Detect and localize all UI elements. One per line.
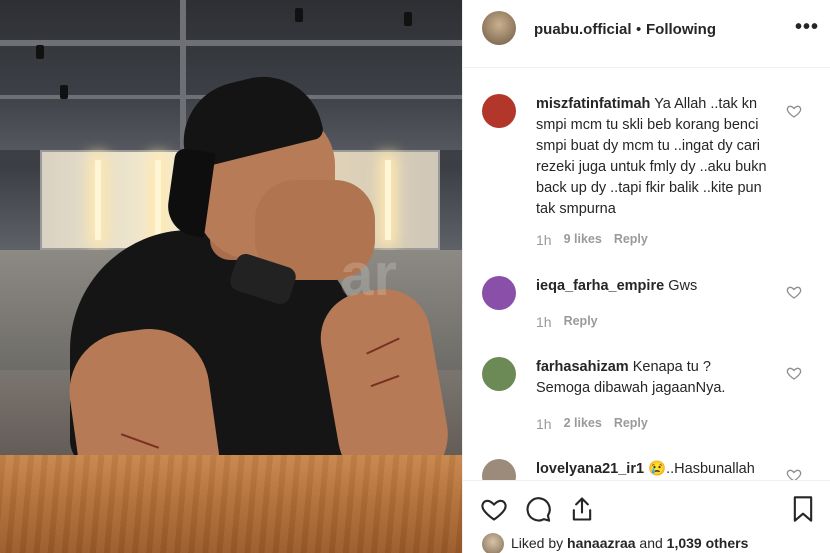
post-actions (463, 480, 830, 530)
photo-ceiling-light (36, 45, 44, 59)
reply-button[interactable]: Reply (614, 416, 648, 432)
comment-icon[interactable] (524, 495, 552, 523)
post-side-panel: puabu.official • Following ••• miszfatin… (462, 0, 830, 553)
heart-icon[interactable] (786, 284, 802, 300)
bookmark-icon[interactable] (789, 495, 817, 523)
comment-time: 1h (536, 314, 552, 330)
comment-avatar[interactable] (482, 357, 516, 391)
following-button[interactable]: Following (646, 21, 716, 38)
comment-likes[interactable]: 9 likes (564, 232, 602, 248)
photo-beam (0, 40, 462, 46)
likes-user-link[interactable]: hanaazraa (567, 535, 635, 551)
comment-body: ieqa_farha_empire Gws (536, 276, 776, 297)
comment-time: 1h (536, 232, 552, 248)
photo-light-glow (385, 160, 391, 240)
reply-button[interactable]: Reply (564, 314, 598, 330)
avatar[interactable] (482, 11, 516, 45)
heart-icon[interactable] (786, 365, 802, 381)
comment-username[interactable]: farhasahizam (536, 359, 629, 375)
heart-icon[interactable] (480, 495, 508, 523)
comment-avatar[interactable] (482, 459, 516, 480)
comment-text: Gws (668, 278, 698, 294)
likes-text: Liked by hanaazraa and 1,039 others (511, 535, 748, 551)
photo-watermark: ar (340, 241, 397, 308)
reply-button[interactable]: Reply (614, 232, 648, 248)
post-header: puabu.official • Following ••• (463, 0, 830, 68)
comment-username[interactable]: ieqa_farha_empire (536, 278, 664, 294)
photo-ceiling-light (404, 12, 412, 26)
photo-light-glow (155, 160, 161, 240)
comment-body: farhasahizam Kenapa tu ? Semoga dibawah … (536, 357, 736, 399)
likes-middle: and (639, 535, 663, 551)
heart-icon[interactable] (786, 103, 802, 119)
comment-meta: 1h 2 likes Reply (536, 416, 648, 432)
avatar[interactable] (482, 533, 504, 553)
comment-avatar[interactable] (482, 94, 516, 128)
comment-likes[interactable]: 2 likes (564, 416, 602, 432)
heart-icon[interactable] (786, 467, 802, 480)
photo-ceiling-light (60, 85, 68, 99)
photo-ceiling-light (295, 8, 303, 22)
likes-summary: Liked by hanaazraa and 1,039 others (463, 528, 830, 553)
comment-time: 1h (536, 416, 552, 432)
photo-table (0, 455, 462, 553)
likes-prefix: Liked by (511, 535, 564, 551)
post-username[interactable]: puabu.official (534, 21, 632, 38)
header-separator: • (636, 21, 642, 38)
comment-meta: 1h Reply (536, 314, 598, 330)
comment-text: Ya Allah ..tak kn smpi mcm tu skli beb k… (536, 96, 767, 217)
comment-meta: 1h 9 likes Reply (536, 232, 648, 248)
comment-username[interactable]: miszfatinfatimah (536, 96, 650, 112)
post-photo[interactable]: ar (0, 0, 462, 553)
comment-text: 😢..Hasbunallah (648, 461, 755, 477)
comment-username[interactable]: lovelyana21_ir1 (536, 461, 644, 477)
photo-light-glow (95, 160, 101, 240)
more-options-icon[interactable]: ••• (795, 16, 819, 39)
comment-avatar[interactable] (482, 276, 516, 310)
share-icon[interactable] (568, 495, 596, 523)
comment-body: lovelyana21_ir1 😢..Hasbunallah (536, 459, 776, 480)
comment-body: miszfatinfatimah Ya Allah ..tak kn smpi … (536, 94, 776, 220)
comments-list[interactable]: miszfatinfatimah Ya Allah ..tak kn smpi … (463, 69, 830, 480)
likes-count-link[interactable]: 1,039 others (667, 535, 749, 551)
